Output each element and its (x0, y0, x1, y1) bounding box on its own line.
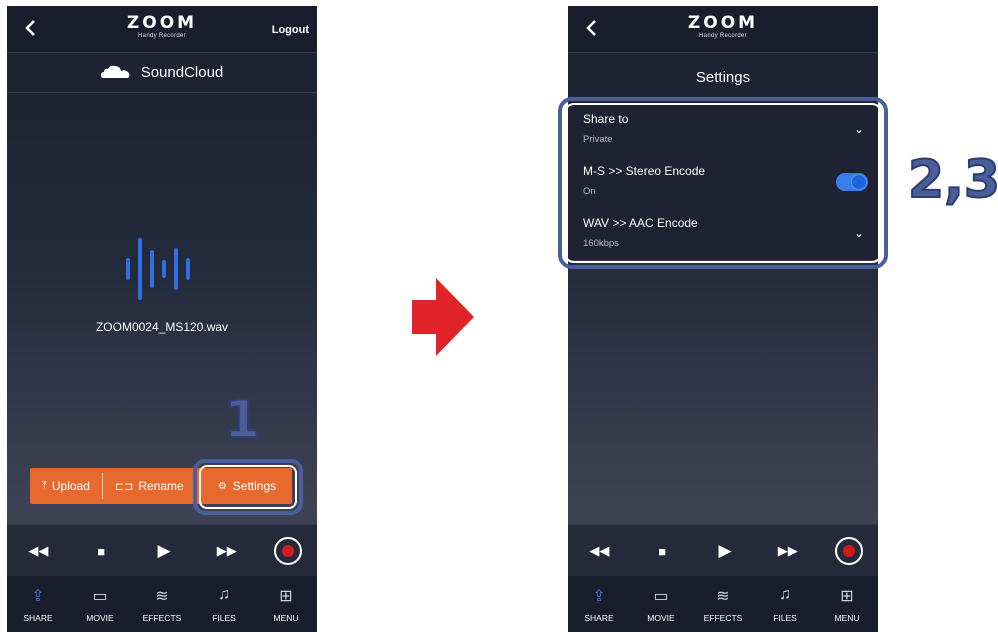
tab-label: MOVIE (86, 612, 114, 623)
highlight-frame-settings (193, 459, 303, 515)
transport-bar: ◀◀ ■ ▶ ▶▶ (568, 524, 878, 577)
tab-menu[interactable]: ⊞ MENU (256, 576, 316, 632)
record-icon[interactable] (273, 537, 302, 565)
service-header: SoundCloud (7, 52, 317, 93)
files-icon: ♫ (779, 585, 791, 603)
play-icon[interactable]: ▶ (709, 541, 741, 561)
rewind-icon[interactable]: ◀◀ (22, 543, 54, 559)
tab-label: MENU (834, 612, 860, 623)
effects-icon: ≋ (716, 587, 730, 605)
step-number-1: 1 (223, 389, 261, 451)
tab-bar: ⇪ SHARE ▭ MOVIE ≋ EFFECTS ♫ FILES ⊞ MENU (568, 576, 878, 632)
next-arrow-icon (412, 278, 474, 356)
share-icon: ⇪ (31, 587, 45, 605)
tab-bar: ⇪ SHARE ▭ MOVIE ≋ EFFECTS ♫ FILES ⊞ MENU (7, 576, 317, 632)
tab-effects[interactable]: ≋ EFFECTS (693, 576, 753, 632)
effects-icon: ≋ (155, 587, 169, 605)
logo-word: ZOOM (687, 13, 759, 33)
logout-button[interactable]: Logout (272, 24, 309, 36)
tab-label: SHARE (584, 612, 614, 623)
record-icon[interactable] (834, 537, 863, 565)
upload-button[interactable]: ⤒ Upload (30, 468, 102, 504)
transport-bar: ◀◀ ■ ▶ ▶▶ (7, 524, 317, 577)
tab-label: FILES (773, 612, 797, 623)
top-bar: ZOOM Handy Recorder (568, 6, 878, 53)
tab-files[interactable]: ♫ FILES (755, 576, 815, 632)
tab-movie[interactable]: ▭ MOVIE (70, 576, 130, 632)
zoom-logo: ZOOM Handy Recorder (688, 15, 758, 40)
tab-share[interactable]: ⇪ SHARE (569, 576, 629, 632)
rewind-icon[interactable]: ◀◀ (583, 543, 615, 559)
tab-label: MOVIE (647, 612, 675, 623)
step-number-2-3: 2,3 (907, 149, 998, 211)
back-chevron-icon[interactable] (582, 18, 602, 38)
tab-effects[interactable]: ≋ EFFECTS (132, 576, 192, 632)
rename-icon: ⊏⊐ (114, 480, 134, 493)
service-name: SoundCloud (140, 63, 224, 81)
rename-button[interactable]: ⊏⊐ Rename (103, 468, 196, 504)
files-icon: ♫ (218, 585, 230, 603)
tab-movie[interactable]: ▭ MOVIE (631, 576, 691, 632)
waveform-icon (126, 238, 190, 300)
fast-forward-icon[interactable]: ▶▶ (211, 543, 243, 559)
tab-files[interactable]: ♫ FILES (194, 576, 254, 632)
menu-icon: ⊞ (840, 587, 854, 605)
fast-forward-icon[interactable]: ▶▶ (772, 543, 804, 559)
upload-label: Upload (51, 479, 90, 493)
phone-left: ZOOM Handy Recorder Logout SoundCloud ZO… (7, 6, 317, 632)
zoom-logo: ZOOM Handy Recorder (127, 15, 197, 40)
tab-label: MENU (273, 612, 299, 623)
movie-icon: ▭ (92, 587, 108, 605)
highlight-frame-settings-list (558, 97, 888, 269)
play-icon[interactable]: ▶ (148, 541, 180, 561)
soundcloud-cloud-icon (100, 65, 130, 78)
menu-icon: ⊞ (279, 587, 293, 605)
logo-subtitle: Handy Recorder (138, 33, 186, 39)
top-bar: ZOOM Handy Recorder Logout (7, 6, 317, 53)
tab-share[interactable]: ⇪ SHARE (8, 576, 68, 632)
share-icon: ⇪ (592, 587, 606, 605)
page-title: Settings (695, 68, 751, 86)
rename-label: Rename (138, 479, 184, 493)
tab-menu[interactable]: ⊞ MENU (817, 576, 877, 632)
tab-label: EFFECTS (142, 612, 182, 623)
tab-label: FILES (212, 612, 236, 623)
tab-label: EFFECTS (703, 612, 743, 623)
stop-icon[interactable]: ■ (646, 544, 678, 559)
movie-icon: ▭ (653, 587, 669, 605)
tab-label: SHARE (23, 612, 53, 623)
logo-subtitle: Handy Recorder (699, 33, 747, 39)
logo-word: ZOOM (126, 13, 198, 33)
upload-icon: ⤒ (42, 479, 47, 492)
back-chevron-icon[interactable] (21, 18, 41, 38)
file-name: ZOOM0024_MS120.wav (95, 320, 229, 334)
stop-icon[interactable]: ■ (85, 544, 117, 559)
